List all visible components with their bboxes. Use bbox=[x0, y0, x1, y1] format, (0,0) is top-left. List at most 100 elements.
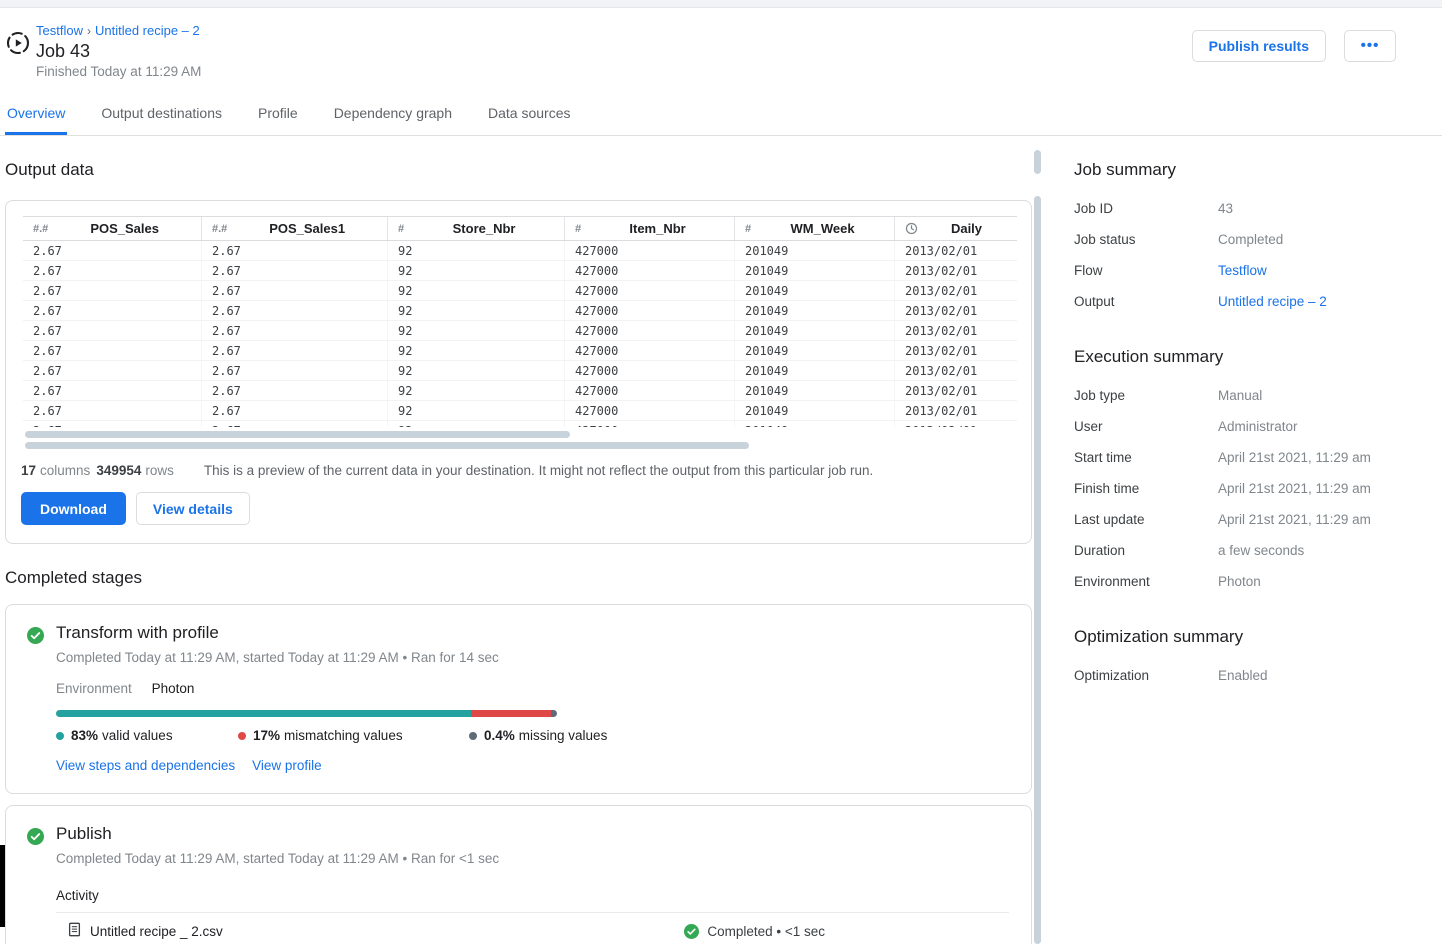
breadcrumb-flow-link[interactable]: Testflow bbox=[36, 23, 83, 38]
stage-title: Transform with profile bbox=[56, 623, 1009, 643]
table-horizontal-scrollbar[interactable] bbox=[25, 431, 570, 438]
column-header-daily[interactable]: Daily bbox=[894, 217, 1015, 240]
activity-row[interactable]: Untitled recipe _ 2.csv Completed • <1 s… bbox=[56, 913, 1009, 944]
tab-dependency-graph[interactable]: Dependency graph bbox=[332, 101, 454, 135]
summary-value: Completed bbox=[1218, 231, 1283, 249]
summary-value: April 21st 2021, 11:29 am bbox=[1218, 449, 1371, 467]
environment-line: Environment Photon bbox=[56, 681, 1009, 696]
summary-row: Job typeManual bbox=[1074, 387, 1404, 405]
summary-label: User bbox=[1074, 418, 1218, 436]
summary-label: Last update bbox=[1074, 511, 1218, 529]
vertical-scrollbar-top[interactable] bbox=[1034, 150, 1041, 174]
breadcrumb: Testflow › Untitled recipe – 2 bbox=[36, 22, 1192, 40]
column-header-pos_sales1[interactable]: #.#POS_Sales1 bbox=[201, 217, 387, 240]
table-cell: 2.67 bbox=[23, 341, 201, 360]
table-cell: 2.67 bbox=[23, 301, 201, 320]
table-cell: 92 bbox=[387, 281, 564, 300]
table-cell: 2.67 bbox=[23, 421, 201, 427]
legend-missing: 0.4%missing values bbox=[469, 728, 607, 743]
table-cell: 92 bbox=[387, 261, 564, 280]
table-cell: 2.67 bbox=[201, 381, 387, 400]
table-cell: 427000 bbox=[564, 321, 734, 340]
view-steps-link[interactable]: View steps and dependencies bbox=[56, 758, 235, 773]
table-cell: 201049 bbox=[734, 261, 894, 280]
column-header-store_nbr[interactable]: #Store_Nbr bbox=[387, 217, 564, 240]
table-cell: 2013/02/01 bbox=[894, 421, 1015, 427]
table-cell: 2013/02/01 bbox=[894, 341, 1015, 360]
column-header-item_nbr[interactable]: #Item_Nbr bbox=[564, 217, 734, 240]
black-edge-strip bbox=[0, 845, 5, 927]
optimization-summary-section: Optimization summary OptimizationEnabled bbox=[1074, 627, 1404, 685]
summary-row: Job statusCompleted bbox=[1074, 231, 1404, 249]
table-cell: 427000 bbox=[564, 301, 734, 320]
column-label: Item_Nbr bbox=[581, 221, 734, 236]
summary-row: UserAdministrator bbox=[1074, 418, 1404, 436]
missing-values-segment bbox=[551, 710, 557, 717]
table-cell: 2.67 bbox=[201, 361, 387, 380]
table-cell: 2.67 bbox=[201, 261, 387, 280]
table-cell: 201049 bbox=[734, 421, 894, 427]
tab-output-destinations[interactable]: Output destinations bbox=[99, 101, 224, 135]
table-cell: 2.67 bbox=[23, 321, 201, 340]
top-strip bbox=[0, 0, 1442, 8]
summary-label: Job type bbox=[1074, 387, 1218, 405]
summary-row: OptimizationEnabled bbox=[1074, 667, 1404, 685]
execution-summary-heading: Execution summary bbox=[1074, 347, 1404, 367]
job-results-page: Testflow›Untitled recipe – 2 Job 43 Fini… bbox=[0, 0, 1442, 944]
tab-overview[interactable]: Overview bbox=[5, 101, 67, 135]
summary-value: Photon bbox=[1218, 573, 1261, 591]
valid-values-segment bbox=[56, 710, 471, 717]
summary-value-link[interactable]: Untitled recipe – 2 bbox=[1218, 293, 1327, 311]
table-cell: 2.67 bbox=[201, 321, 387, 340]
header-actions: Publish results ••• bbox=[1192, 30, 1396, 62]
datetime-type-icon bbox=[905, 222, 918, 235]
table-cell: 92 bbox=[387, 361, 564, 380]
panel-horizontal-scrollbar[interactable] bbox=[25, 442, 749, 449]
output-data-heading: Output data bbox=[5, 160, 1032, 180]
summary-label: Output bbox=[1074, 293, 1218, 311]
table-cell: 2.67 bbox=[201, 301, 387, 320]
summary-value-link[interactable]: Testflow bbox=[1218, 262, 1267, 280]
table-cell: 2.67 bbox=[23, 261, 201, 280]
table-cell: 2.67 bbox=[201, 241, 387, 260]
view-profile-link[interactable]: View profile bbox=[252, 758, 322, 773]
more-actions-button[interactable]: ••• bbox=[1344, 30, 1396, 62]
rows-count-label: rows bbox=[145, 463, 174, 478]
table-cell: 2.67 bbox=[23, 281, 201, 300]
vertical-scrollbar-thumb[interactable] bbox=[1034, 196, 1041, 944]
table-cell: 92 bbox=[387, 321, 564, 340]
table-cell: 201049 bbox=[734, 341, 894, 360]
main-content: Output data #.#POS_Sales#.#POS_Sales1#St… bbox=[0, 136, 1442, 944]
job-summary-section: Job summary Job ID43Job statusCompletedF… bbox=[1074, 160, 1404, 311]
tab-data-sources[interactable]: Data sources bbox=[486, 101, 572, 135]
column-header-pos_sales[interactable]: #.#POS_Sales bbox=[23, 217, 201, 240]
tab-profile[interactable]: Profile bbox=[256, 101, 300, 135]
rows-count: 349954 bbox=[96, 463, 141, 478]
header-text: Testflow›Untitled recipe – 2 Job 43 Fini… bbox=[36, 22, 1192, 81]
table-row: 2.672.67924270002010492013/02/01 bbox=[23, 261, 1017, 281]
table-cell: 2.67 bbox=[201, 281, 387, 300]
table-cell: 2013/02/01 bbox=[894, 361, 1015, 380]
table-row: 2.672.67924270002010492013/02/01 bbox=[23, 381, 1017, 401]
summary-label: Start time bbox=[1074, 449, 1218, 467]
table-cell: 2013/02/01 bbox=[894, 281, 1015, 300]
table-cell: 92 bbox=[387, 381, 564, 400]
table-row: 2.672.67924270002010492013/02/01 bbox=[23, 241, 1017, 261]
table-header-row: #.#POS_Sales#.#POS_Sales1#Store_Nbr#Item… bbox=[23, 216, 1017, 241]
column-label: POS_Sales1 bbox=[227, 221, 387, 236]
table-cell: 427000 bbox=[564, 281, 734, 300]
table-cell: 427000 bbox=[564, 261, 734, 280]
summary-row: EnvironmentPhoton bbox=[1074, 573, 1404, 591]
download-button[interactable]: Download bbox=[21, 492, 126, 525]
table-cell: 92 bbox=[387, 301, 564, 320]
optimization-summary-heading: Optimization summary bbox=[1074, 627, 1404, 647]
view-details-button[interactable]: View details bbox=[136, 492, 250, 525]
publish-results-button[interactable]: Publish results bbox=[1192, 30, 1326, 62]
summary-row: OutputUntitled recipe – 2 bbox=[1074, 293, 1404, 311]
column-header-wm_week[interactable]: #WM_Week bbox=[734, 217, 894, 240]
column-label: Daily bbox=[918, 221, 1015, 236]
column-label: POS_Sales bbox=[48, 221, 201, 236]
mismatched-values-segment bbox=[471, 710, 551, 717]
breadcrumb-separator: › bbox=[87, 24, 91, 38]
breadcrumb-recipe-link[interactable]: Untitled recipe – 2 bbox=[95, 23, 200, 38]
